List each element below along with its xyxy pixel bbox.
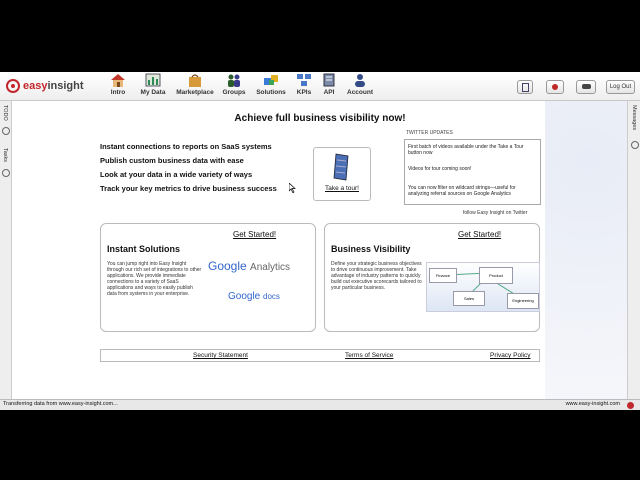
todo-tab[interactable]: TODO: [2, 105, 8, 121]
top-navigation-bar: easy insight Intro My Data Marketplace G…: [0, 72, 640, 101]
clock-icon: [631, 141, 639, 149]
get-started-link[interactable]: Get Started!: [458, 230, 501, 239]
terms-of-service-link[interactable]: Terms of Service: [345, 352, 393, 359]
twitter-updates-box: First batch of videos available under th…: [404, 139, 541, 205]
people-icon: [228, 74, 240, 87]
card-title: Business Visibility: [331, 244, 411, 254]
welcome-panel: Achieve full business visibility now! In…: [95, 101, 545, 399]
stop-icon[interactable]: [627, 402, 634, 409]
chart-icon: [145, 73, 161, 87]
puzzle-icon: [264, 75, 278, 85]
google-analytics-logo: Google Analytics: [208, 259, 290, 273]
status-url: www.easy-insight.com: [565, 401, 620, 407]
card-description: You can jump right into Easy Insight thr…: [107, 261, 202, 297]
logo-docs-word: docs: [263, 292, 280, 301]
twitter-updates-label: TWITTER UPDATES: [406, 130, 453, 136]
get-started-link[interactable]: Get Started!: [233, 230, 276, 239]
card-title: Instant Solutions: [107, 244, 180, 254]
logo-google-word: Google: [208, 259, 247, 273]
logo-analytics-word: Analytics: [250, 262, 291, 273]
tour-binoculars-button[interactable]: [576, 80, 596, 94]
nav-marketplace[interactable]: Marketplace: [173, 73, 217, 96]
messages-tab[interactable]: Messages: [631, 105, 637, 130]
take-a-tour-link[interactable]: Take a tour!: [314, 185, 370, 192]
twitter-follow-link[interactable]: follow Easy Insight on Twitter: [463, 210, 527, 216]
scorecard-diagram: Finance Product Sales Engineering: [426, 262, 540, 312]
tweet: First batch of videos available under th…: [408, 144, 524, 156]
logo-mark-icon: [6, 79, 20, 93]
clock-icon: [2, 169, 10, 177]
tasks-tab[interactable]: Tasks: [2, 148, 8, 162]
feature-bullet: Instant connections to reports on SaaS s…: [100, 142, 272, 151]
book-icon: [323, 73, 335, 87]
easy-insight-logo[interactable]: easy insight: [6, 78, 84, 94]
diagram-node: Finance: [429, 268, 457, 283]
left-side-rail: TODO Tasks: [0, 101, 12, 399]
business-visibility-card: Get Started! Business Visibility Define …: [324, 223, 540, 332]
document-icon: [521, 83, 529, 92]
help-button[interactable]: [517, 80, 533, 94]
take-a-tour-box[interactable]: Take a tour!: [313, 147, 371, 201]
instant-solutions-card: Get Started! Instant Solutions You can j…: [100, 223, 316, 332]
page-title: Achieve full business visibility now!: [234, 113, 406, 124]
feature-bullet: Look at your data in a wide variety of w…: [100, 170, 253, 179]
diagram-node: Sales: [453, 291, 485, 306]
nav-my-data[interactable]: My Data: [131, 73, 175, 96]
diagram-node: Engineering: [507, 293, 539, 309]
mouse-cursor-icon: [289, 183, 296, 193]
tweet: Videos for tour coming soon!: [408, 166, 472, 172]
nav-my-data-label: My Data: [140, 89, 166, 96]
footer-links-bar: Security Statement Terms of Service Priv…: [100, 349, 540, 362]
clock-icon: [2, 127, 10, 135]
security-statement-link[interactable]: Security Statement: [193, 352, 248, 359]
feature-bullet: Track your key metrics to drive business…: [100, 184, 277, 193]
nav-account-label: Account: [347, 89, 373, 96]
logout-button[interactable]: Log Out: [606, 80, 635, 94]
binoculars-icon: [581, 84, 591, 89]
browser-status-bar: Transferring data from www.easy-insight.…: [0, 399, 640, 410]
browser-viewport: easy insight Intro My Data Marketplace G…: [0, 72, 640, 410]
privacy-policy-link[interactable]: Privacy Policy: [490, 352, 530, 359]
house-icon: [111, 74, 125, 87]
ladybug-icon: [552, 84, 558, 90]
logo-google-word: Google: [228, 291, 261, 302]
google-docs-logo: Google docs: [228, 291, 280, 302]
logo-text-easy: easy: [23, 80, 48, 92]
tweet: You can now filter on wildcard strings—u…: [408, 185, 516, 197]
bag-icon: [189, 74, 201, 87]
film-reel-icon: [333, 153, 349, 181]
user-icon: [355, 74, 365, 87]
status-text: Transferring data from www.easy-insight.…: [3, 401, 118, 407]
logo-text-insight: insight: [47, 80, 84, 92]
nav-account[interactable]: Account: [338, 73, 382, 96]
bug-report-button[interactable]: [546, 80, 564, 94]
feature-bullet: Publish custom business data with ease: [100, 156, 244, 165]
right-side-rail: Messages: [627, 101, 640, 399]
nav-marketplace-label: Marketplace: [176, 89, 214, 96]
diagram-node: Product: [479, 267, 513, 284]
card-description: Define your strategic business objective…: [331, 261, 422, 291]
